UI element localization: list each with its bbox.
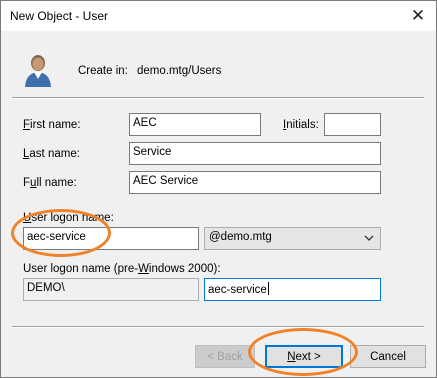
last-name-label: Last name: (23, 148, 80, 160)
pre2000-name-text: aec-service (208, 284, 267, 296)
back-button-label: < Back (207, 350, 243, 363)
last-name-field[interactable]: Service (129, 142, 381, 165)
first-name-field[interactable]: AEC (129, 113, 261, 136)
create-in-label: Create in: (78, 65, 128, 77)
logon-name-highlight (11, 209, 111, 257)
pre2000-name-field[interactable]: aec-service (204, 278, 381, 301)
title-bar: New Object - User ✕ (1, 1, 436, 31)
full-name-label: Full name: (23, 177, 77, 189)
top-divider (12, 97, 424, 99)
bottom-divider (12, 326, 424, 328)
cancel-button[interactable]: Cancel (350, 345, 426, 368)
chevron-down-icon (364, 235, 374, 241)
text-caret (267, 282, 269, 295)
initials-label: Initials: (283, 119, 319, 131)
pre2000-label: User logon name (pre-Windows 2000): (23, 263, 221, 275)
close-icon: ✕ (410, 6, 426, 25)
close-button[interactable]: ✕ (400, 1, 436, 31)
create-in-path: demo.mtg/Users (137, 65, 222, 77)
new-user-dialog: New Object - User ✕ Create in: demo.mtg/… (0, 0, 437, 378)
user-avatar-icon (23, 53, 53, 90)
first-name-label: First name: (23, 119, 81, 131)
next-button-highlight (248, 328, 358, 376)
full-name-field[interactable]: AEC Service (129, 171, 381, 194)
cancel-button-label: Cancel (370, 350, 406, 363)
domain-suffix-dropdown[interactable]: @demo.mtg (204, 227, 381, 250)
pre2000-domain-field: DEMO\ (23, 278, 199, 301)
back-button[interactable]: < Back (195, 345, 255, 368)
initials-field[interactable] (324, 113, 381, 136)
domain-suffix-value: @demo.mtg (209, 231, 272, 243)
dialog-title: New Object - User (10, 9, 109, 23)
